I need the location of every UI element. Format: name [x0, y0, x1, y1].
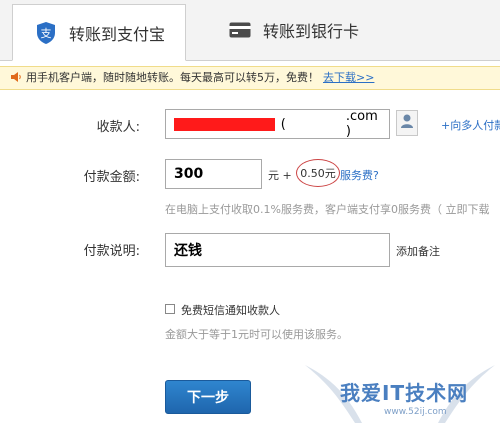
watermark-title: 我爱IT技术网: [340, 381, 469, 405]
speaker-icon: [10, 69, 22, 89]
tab-transfer-to-bank-card[interactable]: 转账到银行卡: [225, 0, 359, 60]
download-link[interactable]: 去下载>>: [323, 71, 374, 84]
fee-hint: 在电脑上支付收取0.1%服务费，客户端支付享0服务费（ 立即下载: [165, 203, 490, 216]
tab-label: 转账到支付宝: [69, 24, 166, 44]
pay-multiple-link[interactable]: +向多人付款: [441, 117, 500, 133]
next-step-button[interactable]: 下一步: [165, 380, 251, 414]
alipay-shield-icon: 支: [35, 21, 57, 45]
notice-text: 用手机客户端，随时随地转账。每天最高可以转5万，免费！: [26, 71, 319, 84]
tab-bar: 支 转账到支付宝 转账到银行卡: [0, 0, 500, 61]
service-fee-help-link[interactable]: 服务费?: [340, 167, 379, 183]
contacts-icon: [400, 113, 414, 133]
amount-label: 付款金额:: [83, 170, 140, 185]
tab-label: 转账到银行卡: [263, 22, 360, 41]
contacts-button[interactable]: [396, 110, 418, 136]
sms-checkbox[interactable]: [165, 304, 175, 314]
add-note-link[interactable]: 添加备注: [396, 243, 440, 259]
recipient-value-suffix: .com ): [345, 109, 378, 139]
bank-card-icon: [229, 22, 251, 38]
site-watermark: 我爱IT技术网 www.52ij.com: [300, 355, 500, 426]
redacted-recipient: [174, 117, 275, 131]
note-label: 付款说明:: [83, 244, 140, 259]
tab-transfer-to-alipay[interactable]: 支 转账到支付宝: [12, 4, 186, 61]
svg-text:支: 支: [41, 27, 52, 40]
sms-hint: 金额大于等于1元时可以使用该服务。: [165, 328, 348, 341]
recipient-label: 收款人:: [96, 120, 140, 135]
mobile-app-notice: 用手机客户端，随时随地转账。每天最高可以转5万，免费！ 去下载>>: [0, 66, 500, 90]
sms-label: 免费短信通知收款人: [181, 304, 280, 317]
amount-unit: 元 +: [268, 169, 292, 182]
service-fee-value: 0.50元: [296, 159, 340, 187]
amount-input[interactable]: 300: [165, 159, 262, 189]
recipient-paren: (: [280, 116, 286, 132]
watermark-url: www.52ij.com: [384, 407, 447, 417]
recipient-input[interactable]: ( .com ): [165, 109, 390, 139]
note-input[interactable]: 还钱: [165, 233, 390, 267]
